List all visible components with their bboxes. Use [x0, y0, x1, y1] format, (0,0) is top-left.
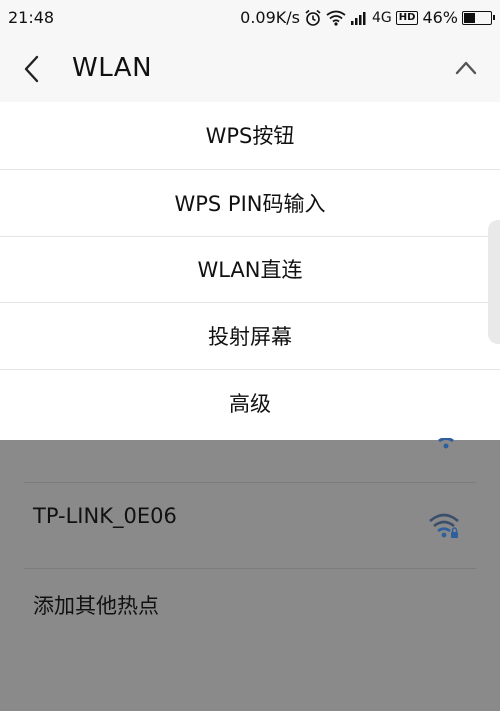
back-icon[interactable]: [20, 54, 44, 84]
alarm-icon: [305, 9, 321, 26]
wifi-icon: [438, 438, 454, 449]
hd-badge: HD: [395, 10, 419, 25]
menu-item-wlan-direct[interactable]: WLAN直连: [0, 235, 500, 303]
status-speed: 0.09K/s: [240, 8, 300, 27]
list-divider: [24, 568, 476, 569]
scroll-edge: [488, 220, 500, 344]
network-name[interactable]: TP-LINK_0E06: [33, 504, 177, 528]
app-header: WLAN: [0, 36, 500, 102]
menu-item-wps-button[interactable]: WPS按钮: [0, 102, 500, 169]
menu-item-wps-pin[interactable]: WPS PIN码输入: [0, 168, 500, 236]
add-hotspot-item[interactable]: 添加其他热点: [33, 590, 159, 620]
list-divider: [24, 482, 476, 483]
menu-item-cast-screen[interactable]: 投射屏幕: [0, 302, 500, 369]
signal-icon: [351, 11, 366, 25]
chevron-up-icon[interactable]: [454, 58, 478, 78]
status-bar: 21:48 0.09K/s 4G HD 46%: [0, 0, 500, 36]
network-type: 4G: [372, 9, 392, 26]
status-icons: 0.09K/s 4G HD 46%: [240, 8, 495, 27]
battery-fill: [464, 12, 476, 23]
status-time: 21:48: [8, 8, 55, 27]
wifi-lock-icon[interactable]: [428, 512, 462, 540]
menu-item-advanced[interactable]: 高级: [0, 369, 500, 436]
battery-percent: 46%: [422, 8, 458, 27]
wifi-icon: [326, 10, 346, 26]
battery-icon: [462, 10, 495, 25]
network-list: [0, 440, 500, 711]
page-title: WLAN: [72, 53, 153, 83]
overflow-menu: WPS按钮 WPS PIN码输入 WLAN直连 投射屏幕 高级: [0, 102, 500, 440]
